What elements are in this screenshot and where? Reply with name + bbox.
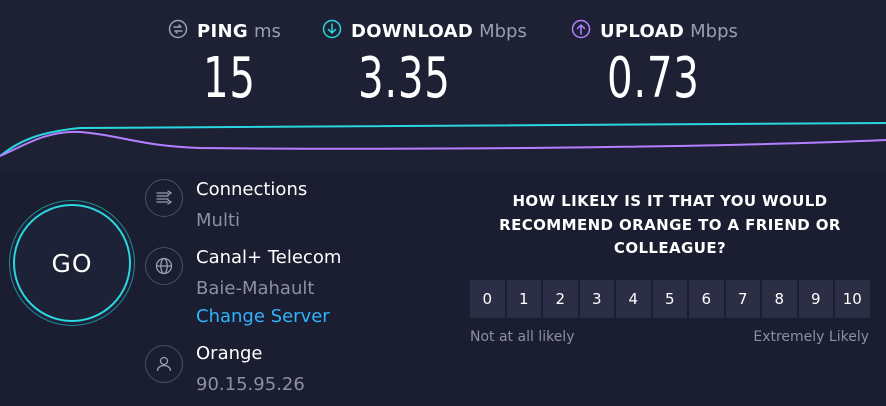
rating-scale: 0 1 2 3 4 5 6 7 8 9 10: [470, 280, 870, 318]
rating-option-2[interactable]: 2: [543, 280, 578, 318]
download-label: DOWNLOAD: [351, 20, 474, 42]
ping-icon: [168, 19, 197, 43]
rating-option-8[interactable]: 8: [762, 280, 797, 318]
rating-option-7[interactable]: 7: [725, 280, 760, 318]
upload-metric: UPLOAD Mbps 0.73: [571, 18, 738, 110]
change-server-link[interactable]: Change Server: [196, 306, 330, 327]
ping-metric: PING ms 15: [168, 18, 281, 110]
provider-name: Orange: [196, 343, 263, 364]
rating-option-5[interactable]: 5: [652, 280, 687, 318]
rating-option-9[interactable]: 9: [798, 280, 833, 318]
rating-option-4[interactable]: 4: [616, 280, 651, 318]
server-location: Baie-Mahault: [196, 278, 315, 299]
scale-high-label: Extremely Likely: [753, 329, 869, 345]
rating-option-6[interactable]: 6: [689, 280, 724, 318]
speed-graph: [0, 122, 886, 157]
user-icon: [145, 345, 183, 383]
ping-unit: ms: [253, 20, 281, 42]
download-metric: DOWNLOAD Mbps 3.35: [322, 18, 527, 110]
rating-option-10[interactable]: 10: [835, 280, 870, 318]
scale-low-label: Not at all likely: [470, 329, 575, 345]
provider-ip: 90.15.95.26: [196, 374, 305, 395]
ping-label: PING: [197, 20, 248, 42]
go-button[interactable]: GO: [13, 204, 131, 322]
server-name: Canal+ Telecom: [196, 247, 342, 268]
connections-value: Multi: [196, 210, 240, 231]
survey-question: HOW LIKELY IS IT THAT YOU WOULD RECOMMEN…: [470, 190, 870, 261]
survey-question-line: HOW LIKELY IS IT THAT YOU WOULD: [512, 192, 828, 210]
upload-arrow-icon: [571, 19, 600, 43]
upload-label: UPLOAD: [600, 20, 685, 42]
connections-title: Connections: [196, 179, 308, 200]
upload-unit: Mbps: [690, 20, 738, 42]
rating-option-0[interactable]: 0: [470, 280, 505, 318]
go-button-label: GO: [51, 248, 93, 278]
survey-question-line: RECOMMEND ORANGE TO A FRIEND OR: [499, 215, 841, 234]
download-unit: Mbps: [479, 20, 527, 42]
survey-question-line: COLLEAGUE?: [613, 239, 727, 257]
rating-option-1[interactable]: 1: [506, 280, 541, 318]
connections-icon: [145, 179, 183, 217]
globe-icon: [145, 247, 183, 285]
rating-option-3[interactable]: 3: [579, 280, 614, 318]
download-arrow-icon: [322, 19, 351, 43]
upload-speed-line: [0, 130, 886, 157]
